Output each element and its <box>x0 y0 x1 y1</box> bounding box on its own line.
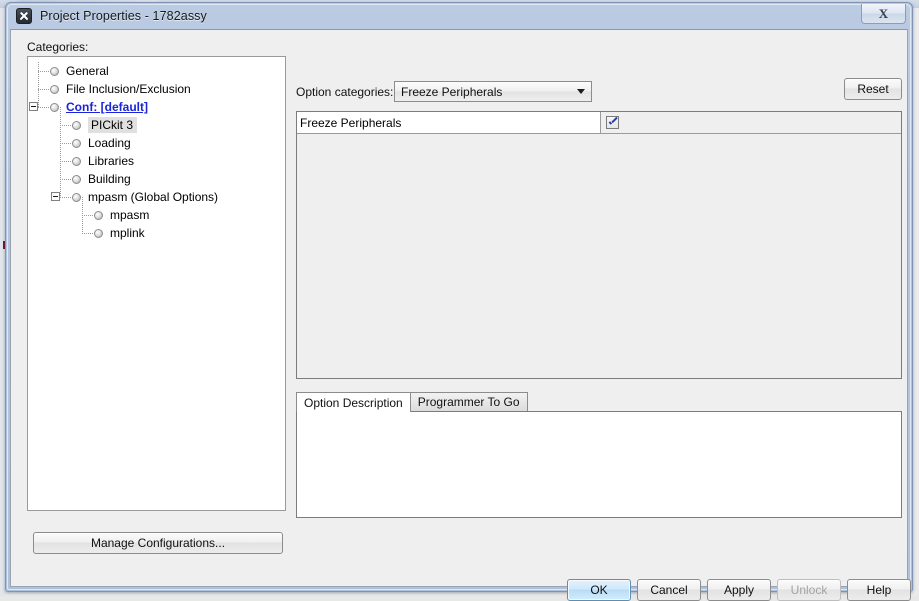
option-categories-select[interactable]: Freeze Peripherals <box>394 81 592 102</box>
tree-item-label: Conf: [default] <box>66 100 152 114</box>
option-value-cell <box>601 112 901 133</box>
tree-guides <box>28 170 72 188</box>
tree-node-icon <box>94 211 103 220</box>
tree-item-label: Loading <box>88 136 135 150</box>
tree-item-mpasm-global-options[interactable]: mpasm (Global Options) <box>28 188 285 206</box>
tree-item-file-inclusion-exclusion[interactable]: File Inclusion/Exclusion <box>28 80 285 98</box>
tree-connector <box>60 197 71 198</box>
tree-item-label: mpasm (Global Options) <box>88 190 222 204</box>
project-properties-dialog: Project Properties - 1782assy X Categori… <box>5 2 913 592</box>
tree-connector <box>60 143 71 144</box>
tree-item-building[interactable]: Building <box>28 170 285 188</box>
tree-connector <box>82 233 93 234</box>
tab-option-description[interactable]: Option Description <box>296 392 411 412</box>
tree-node-icon <box>72 193 81 202</box>
tree-item-conf-default[interactable]: Conf: [default] <box>28 98 285 116</box>
tree-node-icon <box>50 85 59 94</box>
tree-item-label: Libraries <box>88 154 138 168</box>
tab-label: Programmer To Go <box>418 395 520 409</box>
tree-guides <box>28 98 50 116</box>
tree-node-icon <box>72 157 81 166</box>
option-categories-label: Option categories: <box>296 85 393 99</box>
tree-item-mpasm[interactable]: mpasm <box>28 206 285 224</box>
apply-button-label: Apply <box>724 583 754 597</box>
tab-programmer-to-go[interactable]: Programmer To Go <box>410 392 528 411</box>
option-description-panel[interactable] <box>296 411 902 518</box>
tree-connector <box>38 71 49 72</box>
ok-button-label: OK <box>590 583 607 597</box>
option-categories-value: Freeze Peripherals <box>395 85 571 99</box>
freeze-peripherals-checkbox[interactable] <box>606 116 619 129</box>
categories-tree[interactable]: General File Inclusion/Exclusion Conf: [de… <box>27 56 286 511</box>
tree-trunk-mpasm <box>82 197 83 233</box>
tree-guides <box>28 116 72 134</box>
dialog-client-area: Categories: General File Inclusion/Exclus… <box>10 29 908 587</box>
tree-item-general[interactable]: General <box>28 62 285 80</box>
tab-label: Option Description <box>304 396 403 410</box>
manage-configurations-label: Manage Configurations... <box>91 536 225 550</box>
tree-expander-collapse-icon[interactable] <box>51 192 60 201</box>
options-grid: Freeze Peripherals <box>296 111 902 379</box>
tree-item-label: PICkit 3 <box>88 117 137 133</box>
tree-guides <box>28 62 50 80</box>
tree-guides <box>28 152 72 170</box>
tree-connector <box>38 89 49 90</box>
tree-item-label: General <box>66 64 113 78</box>
tree-node-icon <box>50 67 59 76</box>
apply-button[interactable]: Apply <box>707 579 771 601</box>
help-button-label: Help <box>867 583 892 597</box>
tree-item-loading[interactable]: Loading <box>28 134 285 152</box>
tree-expander-collapse-icon[interactable] <box>29 102 38 111</box>
tree-item-label: Building <box>88 172 135 186</box>
option-row: Freeze Peripherals <box>297 112 901 134</box>
tree-item-libraries[interactable]: Libraries <box>28 152 285 170</box>
tab-strip: Option Description Programmer To Go <box>296 392 902 411</box>
tree-connector <box>38 107 49 108</box>
title-bar[interactable]: Project Properties - 1782assy X <box>10 3 908 29</box>
tree-node-icon <box>94 229 103 238</box>
tree-item-label: mplink <box>110 226 149 240</box>
x-app-icon <box>16 8 32 24</box>
tree-node-icon <box>50 103 59 112</box>
option-name: Freeze Peripherals <box>297 112 601 133</box>
tree-guides <box>28 80 50 98</box>
option-description-text <box>299 414 899 515</box>
chevron-down-icon <box>571 89 591 94</box>
categories-label: Categories: <box>27 40 88 54</box>
close-button[interactable]: X <box>861 4 906 24</box>
tree-node-icon <box>72 121 81 130</box>
tree-trunk-root <box>38 62 39 107</box>
unlock-button: Unlock <box>777 579 841 601</box>
tree-item-label: File Inclusion/Exclusion <box>66 82 195 96</box>
close-icon: X <box>879 7 888 20</box>
unlock-button-label: Unlock <box>791 583 828 597</box>
tree-item-pickit-3[interactable]: PICkit 3 <box>28 116 285 134</box>
cancel-button-label: Cancel <box>650 583 687 597</box>
tree-connector <box>60 179 71 180</box>
tree-item-mplink[interactable]: mplink <box>28 224 285 242</box>
help-button[interactable]: Help <box>847 579 911 601</box>
tree-guides <box>28 188 72 206</box>
window-title: Project Properties - 1782assy <box>40 9 207 23</box>
tree-node-icon <box>72 139 81 148</box>
manage-configurations-button[interactable]: Manage Configurations... <box>33 532 283 554</box>
tree-node-icon <box>72 175 81 184</box>
tree-connector <box>82 215 93 216</box>
tree-guides <box>28 134 72 152</box>
tree-connector <box>60 161 71 162</box>
tree-trunk-conf <box>60 107 61 197</box>
tree-item-label: mpasm <box>110 208 153 222</box>
ok-button[interactable]: OK <box>567 579 631 601</box>
tree-guides <box>28 224 94 242</box>
cancel-button[interactable]: Cancel <box>637 579 701 601</box>
reset-button[interactable]: Reset <box>844 78 902 100</box>
reset-label: Reset <box>857 82 888 96</box>
tree-connector <box>60 125 71 126</box>
tree-guides <box>28 206 94 224</box>
